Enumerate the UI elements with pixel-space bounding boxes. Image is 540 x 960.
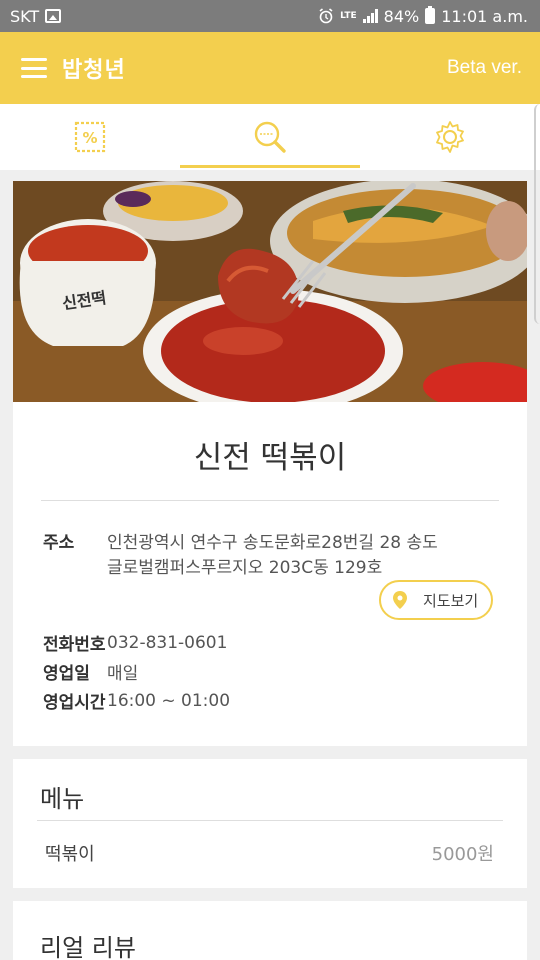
phone-number[interactable]: 032-831-0601	[107, 633, 227, 653]
address-line-2: 글로벌캠퍼스푸르지오 203C동 129호	[107, 558, 383, 578]
menu-item-name: 떡볶이	[45, 844, 95, 865]
app-title: 밥청년	[62, 58, 126, 83]
carrier-label: SKT	[10, 6, 40, 26]
review-title: 리얼 리뷰	[40, 934, 136, 960]
gear-icon	[436, 121, 464, 153]
coupon-icon: %	[74, 121, 106, 153]
restaurant-info-card: 신전 떡볶이 주소 인천광역시 연수구 송도문화로28번길 28 송도 글로벌캠…	[13, 402, 527, 746]
restaurant-name: 신전 떡볶이	[193, 440, 347, 476]
tab-bar: %	[0, 104, 540, 170]
menu-card: 메뉴 떡볶이 5000원	[13, 759, 527, 888]
app-bar: 밥청년 Beta ver.	[0, 32, 540, 104]
phone-label: 전화번호	[43, 635, 106, 655]
map-view-label: 지도보기	[423, 591, 479, 610]
signal-icon	[362, 9, 378, 23]
menu-title: 메뉴	[40, 785, 85, 813]
clock: 11:01 a.m.	[441, 6, 528, 26]
menu-item: 떡볶이 5000원	[13, 821, 527, 885]
restaurant-photo: 신전떡	[13, 181, 527, 402]
business-days-label: 영업일	[43, 664, 90, 684]
tab-search[interactable]	[180, 104, 360, 170]
battery-icon	[425, 6, 436, 24]
menu-icon[interactable]	[21, 58, 47, 78]
map-view-button[interactable]: 지도보기	[379, 580, 493, 620]
map-pin-icon	[393, 591, 407, 609]
address-line-1: 인천광역시 연수구 송도문화로28번길 28 송도	[107, 533, 438, 553]
tab-coupon[interactable]: %	[0, 104, 180, 170]
review-card: 리얼 리뷰	[13, 901, 527, 960]
image-notification-icon	[45, 9, 62, 23]
business-days-row: 영업일 매일	[13, 657, 527, 686]
network-type: LTE	[340, 10, 357, 21]
business-days: 매일	[107, 664, 139, 684]
alarm-icon	[319, 8, 333, 24]
menu-item-price: 5000원	[431, 844, 494, 865]
phone-row: 전화번호 032-831-0601	[13, 628, 527, 657]
status-bar: SKT LTE 84% 11:01 a.m.	[0, 0, 540, 32]
business-hours-label: 영업시간	[43, 693, 106, 713]
address-row: 주소 인천광역시 연수구 송도문화로28번길 28 송도 글로벌캠퍼스푸르지오 …	[13, 501, 527, 581]
side-panel-handle[interactable]	[534, 104, 540, 324]
business-hours: 16:00 ~ 01:00	[107, 690, 231, 711]
svg-text:%: %	[82, 129, 97, 147]
address-label: 주소	[43, 533, 75, 553]
version-label: Beta ver.	[447, 57, 522, 78]
search-icon	[254, 121, 286, 153]
business-hours-row: 영업시간 16:00 ~ 01:00	[13, 686, 527, 715]
tab-settings[interactable]	[360, 104, 540, 170]
battery-percent: 84%	[383, 6, 420, 26]
